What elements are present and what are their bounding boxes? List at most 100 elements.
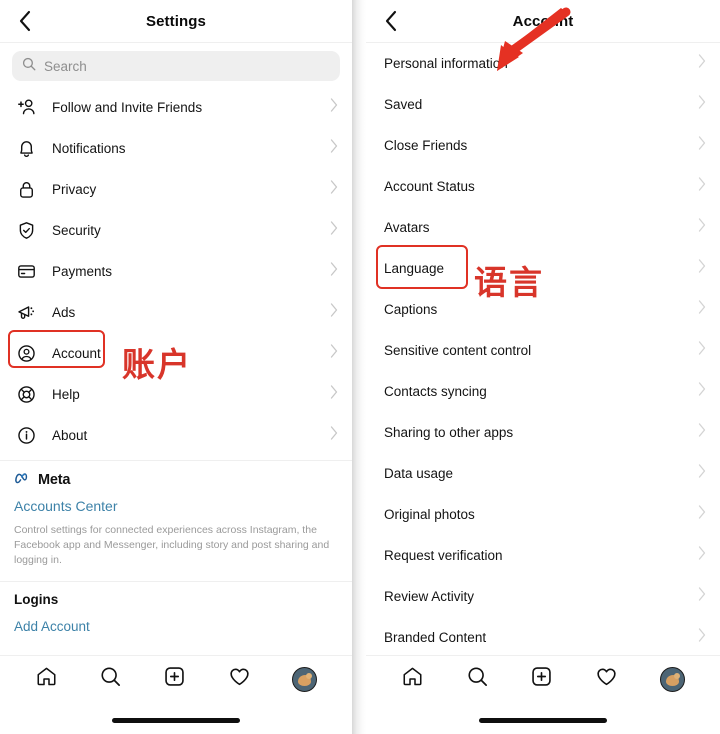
meta-infinity-icon — [14, 471, 33, 489]
account-item-label: Contacts syncing — [384, 384, 487, 399]
chevron-right-icon — [698, 177, 706, 196]
megaphone-icon — [14, 301, 38, 325]
settings-list: Follow and Invite Friends Notifications — [0, 87, 352, 655]
settings-item-label: Ads — [52, 305, 76, 320]
account-item-label: Language — [384, 261, 445, 276]
info-circle-icon — [14, 424, 38, 448]
tab-profile[interactable] — [660, 666, 686, 692]
chevron-right-icon — [698, 587, 706, 606]
account-item-label: Avatars — [384, 220, 430, 235]
back-button[interactable] — [12, 8, 38, 34]
account-item-language[interactable]: Language — [366, 248, 720, 289]
home-icon — [35, 665, 58, 693]
tab-profile[interactable] — [292, 666, 318, 692]
chevron-right-icon — [698, 259, 706, 278]
account-item-close-friends[interactable]: Close Friends — [366, 125, 720, 166]
chevron-right-icon — [330, 139, 338, 158]
account-item-label: Sharing to other apps — [384, 425, 514, 440]
settings-item-notifications[interactable]: Notifications — [0, 128, 352, 169]
account-item-avatars[interactable]: Avatars — [366, 207, 720, 248]
account-item-label: Request verification — [384, 548, 503, 563]
page-title: Settings — [146, 12, 206, 30]
chevron-right-icon — [330, 426, 338, 445]
chevron-right-icon — [698, 505, 706, 524]
settings-item-label: About — [52, 428, 88, 443]
account-item-label: Personal information — [384, 56, 508, 71]
tab-create[interactable] — [530, 665, 553, 693]
screen-gutter — [352, 0, 366, 734]
back-button[interactable] — [378, 8, 404, 34]
account-item-label: Close Friends — [384, 138, 468, 153]
account-item-personal-information[interactable]: Personal information — [366, 43, 720, 84]
accounts-center-description: Control settings for connected experienc… — [14, 524, 330, 567]
settings-item-help[interactable]: Help — [0, 374, 352, 415]
tab-search[interactable] — [99, 665, 122, 693]
chevron-right-icon — [698, 54, 706, 73]
account-item-original-photos[interactable]: Original photos — [366, 494, 720, 535]
chevron-right-icon — [330, 98, 338, 117]
home-indicator — [112, 718, 240, 723]
account-item-data-usage[interactable]: Data usage — [366, 453, 720, 494]
settings-item-account[interactable]: Account — [0, 333, 352, 374]
add-post-icon — [163, 665, 186, 693]
chevron-right-icon — [698, 464, 706, 483]
add-account-link[interactable]: Add Account — [0, 607, 352, 634]
tab-home[interactable] — [35, 665, 58, 693]
chevron-right-icon — [698, 423, 706, 442]
tab-create[interactable] — [163, 665, 186, 693]
shield-check-icon — [14, 219, 38, 243]
chevron-right-icon — [698, 300, 706, 319]
account-list: Personal information Saved Close Friends… — [366, 43, 720, 655]
account-screen: Account Personal information Saved Close… — [366, 0, 720, 734]
account-item-saved[interactable]: Saved — [366, 84, 720, 125]
settings-item-security[interactable]: Security — [0, 210, 352, 251]
account-item-contacts-syncing[interactable]: Contacts syncing — [366, 371, 720, 412]
bottom-tab-bar — [366, 655, 720, 734]
meta-brand: Meta — [14, 471, 338, 489]
accounts-center-link[interactable]: Accounts Center — [14, 498, 338, 514]
account-item-review-activity[interactable]: Review Activity — [366, 576, 720, 617]
account-item-request-verification[interactable]: Request verification — [366, 535, 720, 576]
chevron-right-icon — [698, 341, 706, 360]
logins-heading: Logins — [14, 591, 59, 607]
account-item-account-status[interactable]: Account Status — [366, 166, 720, 207]
settings-item-privacy[interactable]: Privacy — [0, 169, 352, 210]
chevron-right-icon — [698, 136, 706, 155]
account-item-label: Sensitive content control — [384, 343, 532, 358]
chevron-right-icon — [330, 262, 338, 281]
chevron-right-icon — [330, 344, 338, 363]
chevron-right-icon — [330, 180, 338, 199]
profile-avatar — [660, 666, 686, 692]
tab-activity[interactable] — [228, 665, 251, 693]
search-input[interactable]: Search — [12, 51, 340, 81]
settings-item-payments[interactable]: Payments — [0, 251, 352, 292]
account-item-captions[interactable]: Captions — [366, 289, 720, 330]
life-ring-icon — [14, 383, 38, 407]
heart-icon — [228, 665, 251, 693]
account-item-sharing-to-other-apps[interactable]: Sharing to other apps — [366, 412, 720, 453]
settings-item-about[interactable]: About — [0, 415, 352, 456]
account-item-branded-content[interactable]: Branded Content — [366, 617, 720, 655]
meta-wordmark: Meta — [38, 472, 71, 488]
tab-home[interactable] — [401, 665, 424, 693]
search-icon — [99, 665, 122, 693]
chevron-right-icon — [698, 382, 706, 401]
account-item-label: Account Status — [384, 179, 475, 194]
meta-accounts-center-block: Meta Accounts Center Control settings fo… — [0, 461, 352, 577]
chevron-right-icon — [698, 546, 706, 565]
search-container: Search — [0, 43, 352, 87]
account-item-sensitive-content-control[interactable]: Sensitive content control — [366, 330, 720, 371]
add-post-icon — [530, 665, 553, 693]
person-plus-icon — [14, 96, 38, 120]
account-item-label: Data usage — [384, 466, 454, 481]
profile-avatar — [292, 666, 318, 692]
settings-header: Settings — [0, 0, 352, 43]
tab-activity[interactable] — [595, 665, 618, 693]
tab-search[interactable] — [466, 665, 489, 693]
settings-item-follow-invite-friends[interactable]: Follow and Invite Friends — [0, 87, 352, 128]
chevron-left-icon — [383, 10, 399, 32]
chevron-right-icon — [698, 218, 706, 237]
settings-item-ads[interactable]: Ads — [0, 292, 352, 333]
chevron-right-icon — [698, 628, 706, 647]
settings-item-label: Follow and Invite Friends — [52, 100, 203, 115]
